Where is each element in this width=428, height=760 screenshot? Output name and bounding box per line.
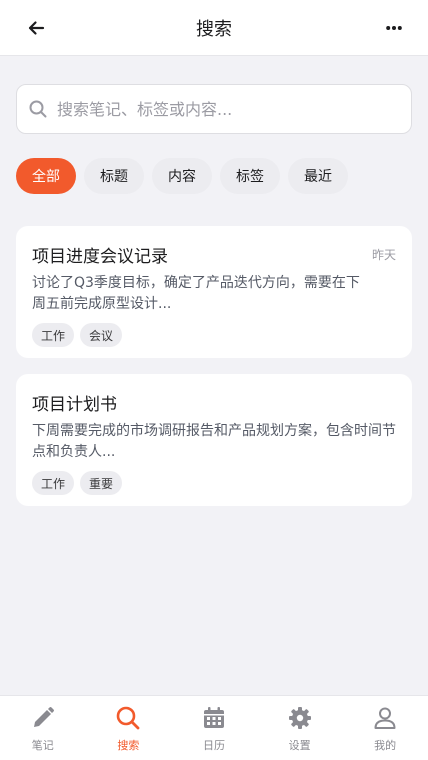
tab-label: 笔记 [31, 739, 54, 752]
tab-profile[interactable]: 我的 [345, 696, 425, 753]
calendar-icon [203, 707, 224, 728]
top-nav-bar: 搜索 [0, 0, 428, 56]
filter-chip-tag[interactable]: 标签 [220, 158, 280, 194]
search-icon [117, 706, 140, 730]
snippet-line: 周五前完成原型设计... [32, 296, 172, 312]
user-icon [374, 707, 396, 729]
filter-chip-title[interactable]: 标题 [84, 158, 144, 194]
result-card[interactable]: 项目进度会议记录 昨天 讨论了Q3季度目标，确定了产品迭代方向，需要在下 周五前… [16, 226, 412, 358]
back-button[interactable] [22, 14, 50, 42]
search-icon [29, 100, 47, 118]
filter-chip-recent[interactable]: 最近 [288, 158, 348, 194]
filter-chips: 全部 标题 内容 标签 最近 [16, 158, 356, 194]
result-date: 昨天 [371, 248, 396, 262]
snippet-line: 下周需要完成的市场调研报告和产品规划方案，包含时间节 [32, 423, 396, 439]
tab-settings[interactable]: 设置 [260, 696, 340, 753]
more-button[interactable] [380, 14, 408, 42]
result-title: 项目计划书 [32, 395, 117, 415]
tag-badge[interactable]: 会议 [80, 323, 123, 347]
snippet-line: 点和负责人... [32, 444, 116, 460]
result-snippet: 下周需要完成的市场调研报告和产品规划方案，包含时间节 点和负责人... [32, 421, 396, 463]
tag-badge[interactable]: 工作 [32, 471, 75, 495]
result-snippet: 讨论了Q3季度目标，确定了产品迭代方向，需要在下 周五前完成原型设计... [32, 273, 396, 315]
tab-calendar[interactable]: 日历 [174, 696, 254, 753]
page-title: 搜索 [196, 18, 232, 40]
tab-label: 设置 [288, 739, 311, 752]
tag-badge[interactable]: 重要 [80, 471, 123, 495]
arrow-left-icon [28, 21, 45, 35]
more-horizontal-icon [386, 26, 402, 30]
result-title: 项目进度会议记录 [32, 247, 168, 267]
bottom-tab-bar: 笔记 搜索 日历 设置 我的 [0, 695, 428, 760]
tag-badge[interactable]: 工作 [32, 323, 75, 347]
tab-notes[interactable]: 笔记 [3, 696, 83, 753]
result-card[interactable]: 项目计划书 下周需要完成的市场调研报告和产品规划方案，包含时间节 点和负责人..… [16, 374, 412, 506]
tab-label: 我的 [374, 739, 397, 752]
snippet-line: 讨论了Q3季度目标，确定了产品迭代方向，需要在下 [32, 275, 360, 291]
gear-icon [288, 707, 311, 729]
filter-chip-content[interactable]: 内容 [152, 158, 212, 194]
tab-search[interactable]: 搜索 [88, 696, 168, 753]
result-tags: 工作 重要 [32, 471, 396, 495]
tab-label: 搜索 [117, 739, 140, 752]
search-box [16, 84, 412, 134]
search-input[interactable] [57, 99, 377, 119]
pencil-icon [33, 707, 54, 727]
result-tags: 工作 会议 [32, 323, 396, 347]
tab-label: 日历 [202, 739, 225, 752]
filter-chip-all[interactable]: 全部 [16, 158, 76, 194]
